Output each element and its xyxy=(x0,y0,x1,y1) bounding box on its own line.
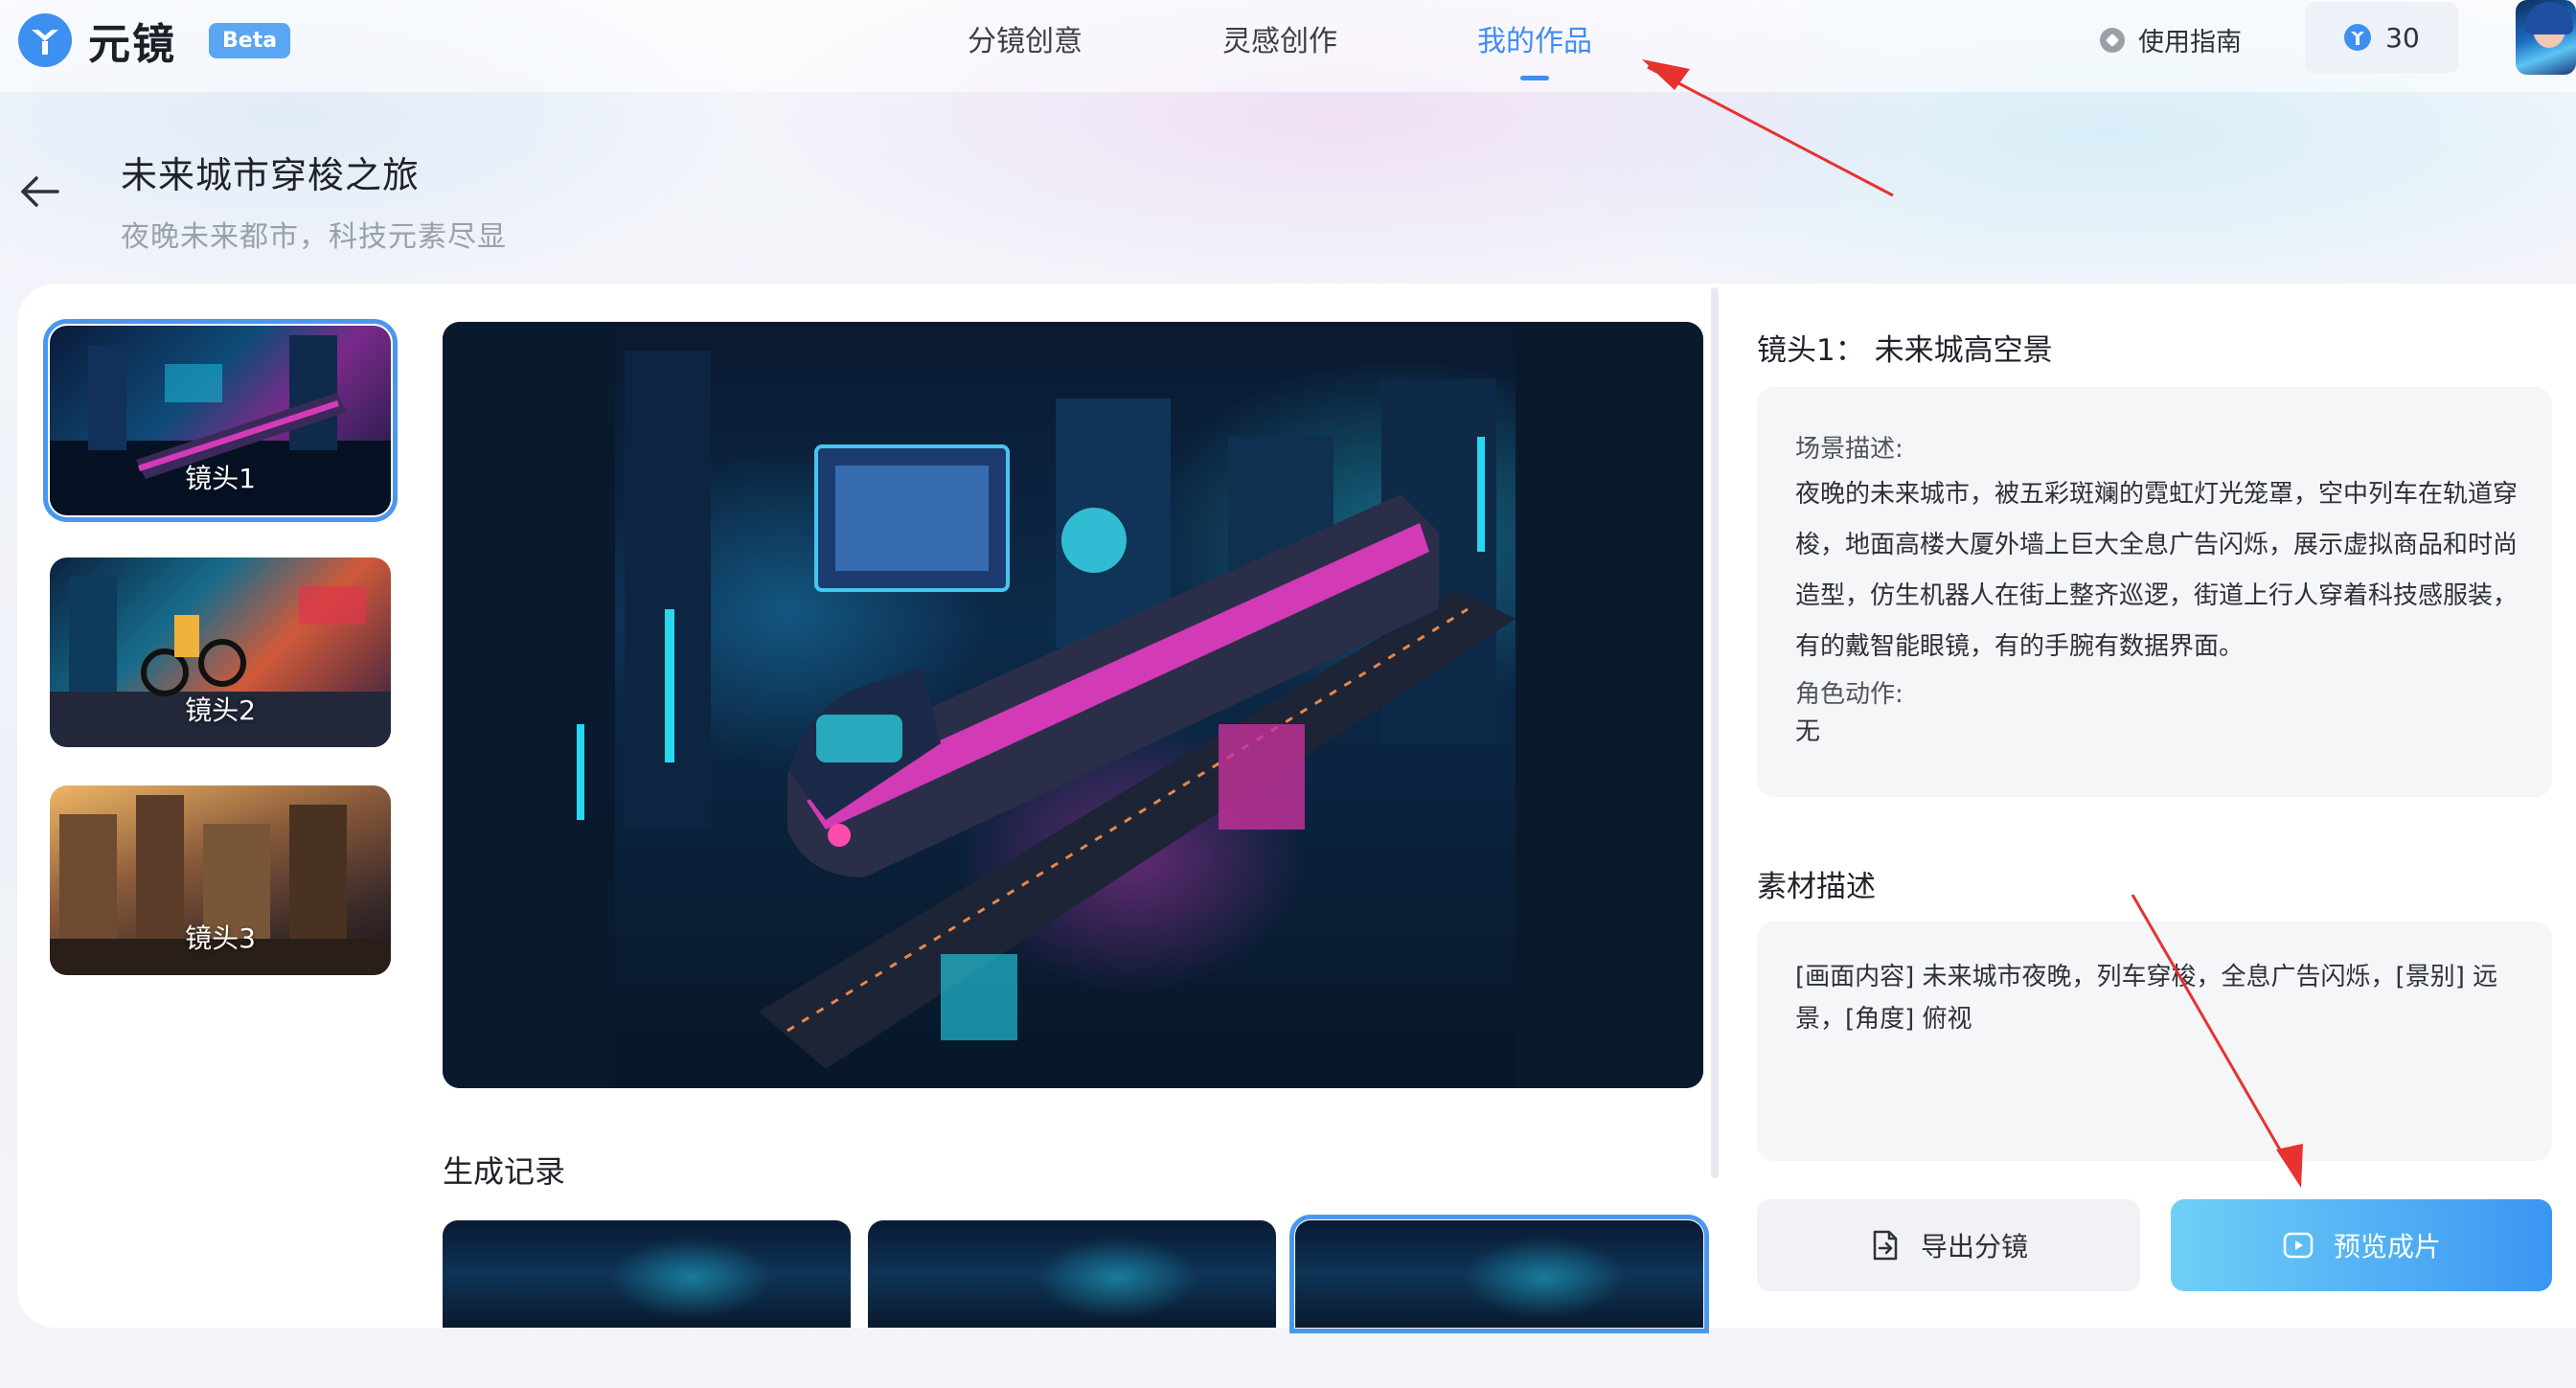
shot-thumbnail-2[interactable]: 镜头2 xyxy=(50,557,391,747)
export-file-icon xyxy=(1873,1230,1898,1261)
history-thumbnail-1[interactable] xyxy=(443,1220,851,1328)
shot-label-3: 镜头3 xyxy=(185,922,256,954)
user-avatar[interactable] xyxy=(2516,0,2576,75)
scene-description-text: 夜晚的未来城市，被五彩斑斓的霓虹灯光笼罩，空中列车在轨道穿梭，地面高楼大厦外墙上… xyxy=(1795,480,2519,661)
character-action-text: 无 xyxy=(1795,717,1821,746)
material-description-box[interactable]: [画面内容] 未来城市夜晚，列车穿梭，全息广告闪烁，[景别] 远景，[角度] 俯… xyxy=(1757,922,2552,1161)
preview-video-button[interactable]: 预览成片 xyxy=(2171,1199,2552,1291)
user-guide-link[interactable]: 使用指南 xyxy=(2100,21,2242,58)
material-description-text: [画面内容] 未来城市夜晚，列车穿梭，全息广告闪烁，[景别] 远景，[角度] 俯… xyxy=(1795,963,2498,1034)
scene-description-label: 场景描述: xyxy=(1795,435,1904,464)
credits-count: 30 xyxy=(2385,21,2420,54)
tab-my-works[interactable]: 我的作品 xyxy=(1477,17,1592,59)
top-navigation-bar: 元镜 Beta 分镜创意 灵感创作 我的作品 使用指南 30 xyxy=(0,0,2576,92)
export-storyboard-button[interactable]: 导出分镜 xyxy=(1757,1199,2140,1291)
character-action-label: 角色动作: xyxy=(1795,680,1904,709)
export-storyboard-label: 导出分镜 xyxy=(1920,1231,2028,1263)
play-icon xyxy=(2283,1232,2314,1259)
compass-icon xyxy=(2100,27,2125,53)
app-name: 元镜 xyxy=(88,20,176,69)
tab-inspiration-creation[interactable]: 灵感创作 xyxy=(1222,17,1337,59)
panel-divider[interactable] xyxy=(1711,287,1719,1178)
shot-preview-image xyxy=(443,322,1703,1088)
project-subtitle: 夜晚未来都市，科技元素尽显 xyxy=(121,220,507,254)
credit-icon xyxy=(2344,24,2372,51)
beta-badge: Beta xyxy=(209,22,291,58)
shot-thumbnail-1[interactable]: 镜头1 xyxy=(43,319,398,522)
shot-heading: 镜头1： 未来城高空景 xyxy=(1757,333,2053,368)
history-title: 生成记录 xyxy=(443,1153,566,1190)
credits-balance[interactable]: 30 xyxy=(2305,2,2458,73)
project-title: 未来城市穿梭之旅 xyxy=(121,154,421,196)
user-guide-label: 使用指南 xyxy=(2138,28,2242,57)
logo-icon xyxy=(18,13,72,67)
shot-label-1: 镜头1 xyxy=(185,463,256,494)
tab-storyboard-ideas[interactable]: 分镜创意 xyxy=(968,17,1083,59)
main-nav-tabs: 分镜创意 灵感创作 我的作品 xyxy=(968,17,1732,59)
preview-video-label: 预览成片 xyxy=(2333,1231,2441,1263)
material-description-title: 素材描述 xyxy=(1757,870,1876,904)
scene-info-box: 场景描述: 夜晚的未来城市，被五彩斑斓的霓虹灯光笼罩，空中列车在轨道穿梭，地面高… xyxy=(1757,387,2552,797)
shot-label-2: 镜头2 xyxy=(185,694,256,726)
shot-thumbnail-3[interactable]: 镜头3 xyxy=(50,785,391,975)
history-thumbnail-2[interactable] xyxy=(868,1220,1276,1328)
history-thumbnail-3[interactable] xyxy=(1289,1215,1709,1333)
back-arrow-icon[interactable] xyxy=(19,174,61,209)
app-logo[interactable]: 元镜 Beta xyxy=(17,10,291,71)
